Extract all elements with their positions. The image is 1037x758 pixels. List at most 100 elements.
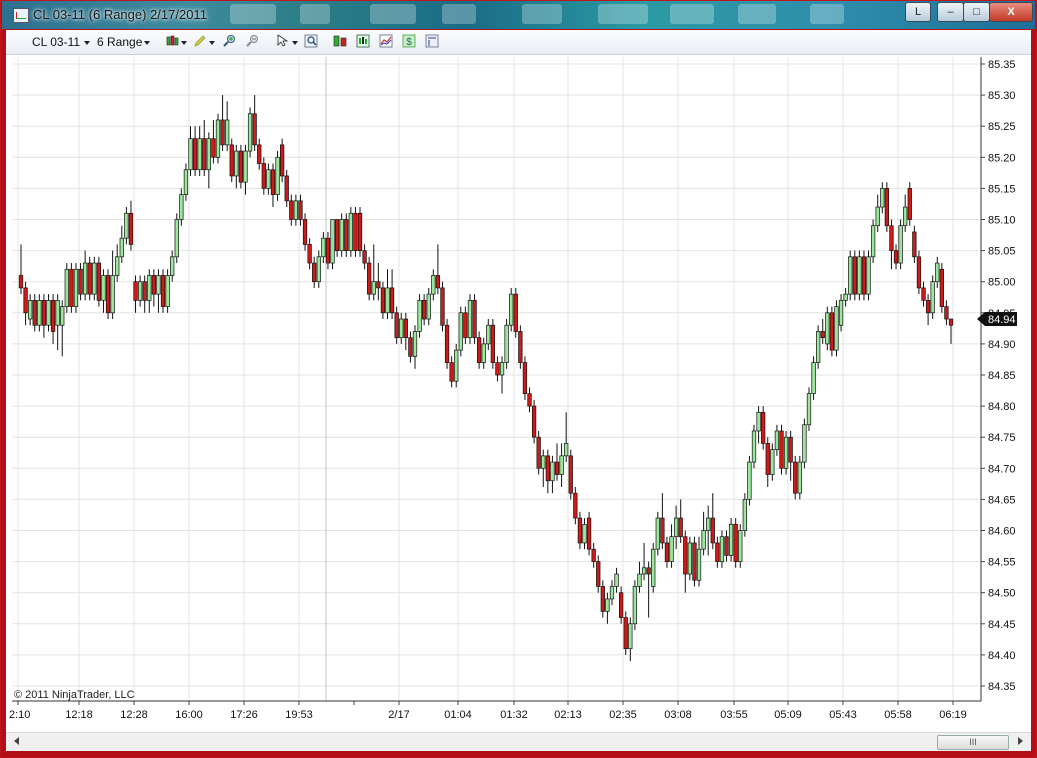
candle-body (696, 548, 702, 581)
x-tick-label: 12:28 (120, 709, 148, 721)
x-tick-label: 2/17 (388, 709, 409, 721)
scroll-thumb[interactable]: III (937, 735, 1009, 750)
candle-body (357, 212, 363, 251)
candle-body (628, 623, 633, 650)
chevron-down-icon[interactable] (292, 41, 298, 45)
chart-panel[interactable]: 85.35 85.30 85.25 85.20 85.15 85.10 85.05 85.00… (6, 55, 1031, 732)
x-tick-label: 05:43 (829, 709, 857, 721)
y-tick-label: 84.90 (988, 339, 1016, 351)
candle-body (870, 225, 876, 258)
cursor-icon[interactable] (276, 34, 290, 48)
period-selector[interactable]: 6 Range (97, 35, 142, 49)
candle-body (408, 337, 413, 357)
candle-body (861, 256, 867, 295)
candle-body (41, 300, 47, 326)
candle-body (78, 268, 83, 295)
strategy-icon[interactable]: $ (402, 34, 416, 48)
horizontal-scrollbar[interactable]: III (6, 732, 1031, 751)
candle-body (619, 592, 624, 618)
candle-body (220, 119, 225, 146)
background-blur (230, 4, 276, 24)
chevron-down-icon[interactable] (84, 41, 90, 45)
indicators-icon[interactable] (379, 34, 393, 48)
template-icon[interactable] (425, 34, 439, 48)
chevron-down-icon[interactable] (181, 41, 187, 45)
y-tick-label: 84.35 (988, 681, 1016, 693)
chevron-down-icon[interactable] (144, 41, 150, 45)
x-tick-label: 06:19 (939, 709, 967, 721)
candle-body (238, 150, 244, 183)
chart-window-icon (13, 8, 29, 23)
candle-body (669, 536, 674, 562)
candle-body (105, 275, 111, 314)
pencil-icon[interactable] (193, 34, 207, 48)
link-button[interactable]: L (905, 2, 931, 22)
x-tick-label: 02:35 (609, 709, 637, 721)
candle-body (463, 312, 468, 339)
candle-body (275, 156, 280, 195)
candle-body (848, 256, 853, 295)
candle-body (206, 138, 211, 171)
zoom-out-icon[interactable] (245, 34, 259, 48)
title-bar[interactable]: CL 03-11 (6 Range) 2/17/2011 L – □ X (2, 1, 1035, 29)
price-chart[interactable]: 85.35 85.30 85.25 85.20 85.15 85.10 85.05 85.00… (6, 55, 1031, 732)
properties-icon[interactable] (356, 34, 370, 48)
candle-body (202, 138, 207, 171)
candle-body (925, 300, 931, 314)
candle-body (312, 262, 317, 283)
candle-body (367, 262, 372, 295)
candle-body (426, 293, 431, 320)
candle-body (935, 262, 940, 283)
candle-body (880, 188, 885, 208)
candle-body (18, 275, 24, 289)
candlestick-icon[interactable] (165, 34, 179, 48)
search-icon[interactable] (304, 34, 318, 48)
candle-body (389, 287, 395, 314)
candle-body (788, 436, 793, 463)
candle-body (761, 411, 766, 444)
y-tick-label: 85.10 (988, 215, 1016, 227)
candle-body (774, 430, 780, 450)
background-blur (670, 4, 714, 24)
candle-body (531, 405, 537, 438)
minimize-button[interactable]: – (937, 2, 964, 22)
instrument-selector[interactable]: CL 03-11 (32, 35, 80, 49)
candle-body (495, 362, 500, 376)
candle-body (293, 200, 299, 220)
scroll-right-arrow-icon[interactable] (1018, 737, 1023, 745)
chevron-down-icon[interactable] (209, 41, 215, 45)
candle-body (247, 113, 253, 152)
candle-body (733, 523, 738, 562)
candle-body (444, 324, 450, 363)
candle-body (751, 430, 757, 463)
y-tick-label: 84.85 (988, 370, 1016, 382)
candle-body (449, 362, 454, 382)
candle-body (87, 262, 92, 295)
x-tick-label: 05:09 (774, 709, 802, 721)
data-box-icon[interactable] (333, 34, 347, 48)
candle-body (101, 275, 106, 301)
candle-body (142, 281, 147, 301)
candle-body (50, 300, 56, 332)
candle-body (197, 138, 202, 171)
candle-body (284, 175, 289, 202)
candle-body (454, 349, 459, 382)
maximize-button[interactable]: □ (963, 2, 990, 22)
zoom-in-icon[interactable] (222, 34, 236, 48)
candle-body (431, 275, 436, 295)
candle-body (458, 312, 463, 351)
window-frame: CL 03-11 (6 Range) 2/17/2011 L – □ X CL … (0, 0, 1037, 758)
candle-body (706, 517, 711, 531)
candle-body (545, 455, 550, 482)
close-button[interactable]: X (989, 2, 1033, 22)
candle-body (522, 362, 528, 395)
y-tick-label: 85.35 (988, 59, 1016, 71)
candle-body (683, 536, 688, 575)
scroll-left-arrow-icon[interactable] (14, 737, 19, 745)
candle-body (64, 268, 69, 307)
candle-body (651, 548, 656, 587)
background-blur (522, 4, 562, 24)
y-tick-label: 85.00 (988, 277, 1016, 289)
candle-body (903, 206, 908, 227)
candle-body (32, 300, 37, 326)
